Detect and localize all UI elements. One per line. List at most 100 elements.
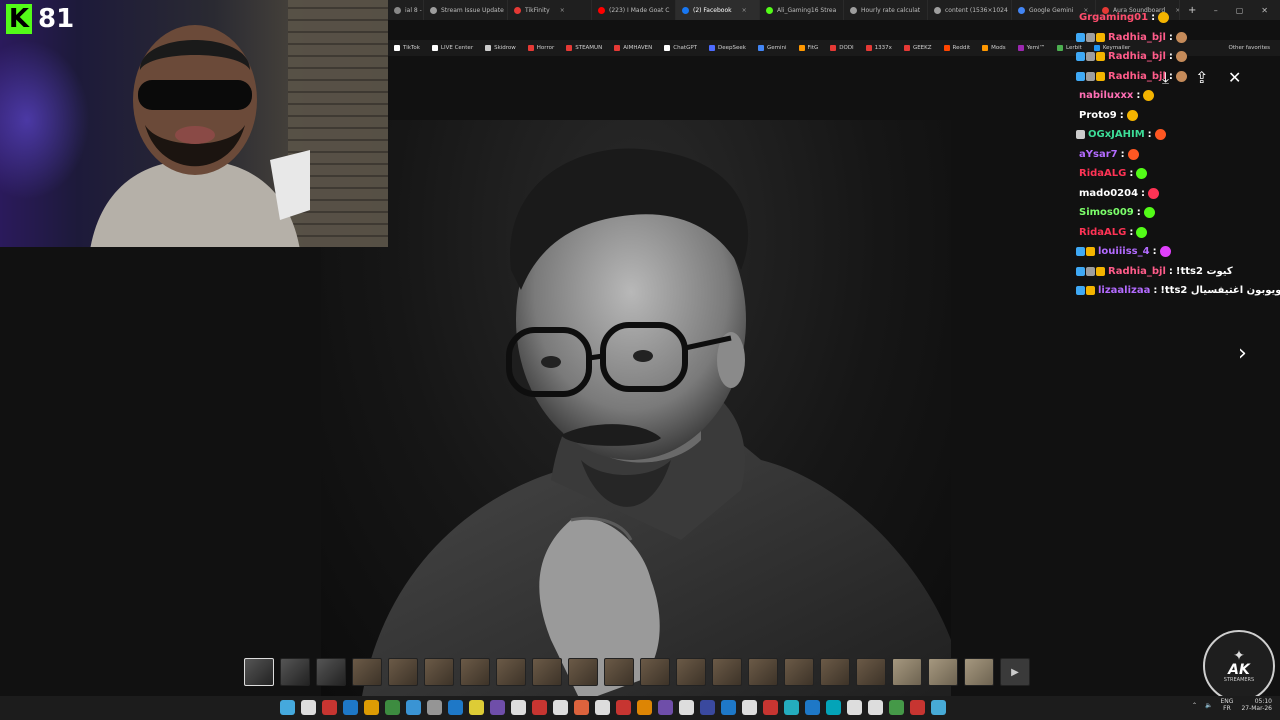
close-tab-icon[interactable]: × — [742, 7, 747, 14]
photo-thumbnail[interactable] — [352, 658, 382, 686]
chat-username[interactable]: Radhia_bjl — [1108, 32, 1166, 43]
bookmark-item[interactable]: AIMHAVEN — [608, 45, 658, 51]
chat-username[interactable]: Radhia_bjl — [1108, 71, 1166, 82]
browser-tab[interactable]: Hourly rate calculat× — [844, 0, 928, 20]
chat-username[interactable]: Simos009 — [1079, 207, 1134, 218]
chat-username[interactable]: RidaALG — [1079, 168, 1126, 179]
taskbar-app-icon[interactable] — [700, 700, 715, 715]
taskbar-app-icon[interactable] — [616, 700, 631, 715]
chat-username[interactable]: louiiiss_4 — [1098, 246, 1150, 257]
photo-thumbnail[interactable] — [532, 658, 562, 686]
language-indicator[interactable]: ENG FR — [1221, 698, 1234, 712]
clock[interactable]: 05:10 27-Mar-26 — [1241, 698, 1272, 712]
photo-thumbnail[interactable] — [424, 658, 454, 686]
taskbar-app-icon[interactable] — [553, 700, 568, 715]
taskbar-app-icon[interactable] — [511, 700, 526, 715]
bookmark-item[interactable]: FitG — [793, 45, 825, 51]
photo-thumbnail[interactable] — [316, 658, 346, 686]
bookmark-item[interactable]: Yemi™ — [1012, 45, 1051, 51]
taskbar-app-icon[interactable] — [868, 700, 883, 715]
taskbar-app-icon[interactable] — [931, 700, 946, 715]
bookmark-item[interactable]: STEAMUN — [560, 45, 608, 51]
taskbar-app-icon[interactable] — [490, 700, 505, 715]
bookmark-item[interactable]: LIVE Center — [426, 45, 479, 51]
browser-tab[interactable]: content (1536×1024× — [928, 0, 1012, 20]
bookmark-item[interactable]: Skidrow — [479, 45, 522, 51]
photo-thumbnail[interactable] — [964, 658, 994, 686]
bookmark-item[interactable]: DODI — [824, 45, 859, 51]
photo-thumbnail[interactable] — [388, 658, 418, 686]
photo-thumbnail[interactable] — [604, 658, 634, 686]
photo-thumbnail[interactable] — [568, 658, 598, 686]
chat-username[interactable]: Radhia_bjl — [1108, 51, 1166, 62]
bookmark-item[interactable]: TikTok — [388, 45, 426, 51]
browser-tab[interactable]: (223) I Made Goat C× — [592, 0, 676, 20]
photo-thumbnail[interactable] — [496, 658, 526, 686]
taskbar-app-icon[interactable] — [574, 700, 589, 715]
taskbar-app-icon[interactable] — [406, 700, 421, 715]
browser-tab[interactable]: Stream Issue Update× — [424, 0, 508, 20]
taskbar-app-icon[interactable] — [658, 700, 673, 715]
chat-username[interactable]: Radhia_bjl — [1108, 266, 1166, 277]
photo-thumbnail[interactable] — [640, 658, 670, 686]
volume-icon[interactable]: 🔈 — [1205, 702, 1212, 709]
close-tab-icon[interactable]: × — [560, 7, 565, 14]
taskbar-app-icon[interactable] — [448, 700, 463, 715]
photo-thumbnail[interactable] — [748, 658, 778, 686]
bookmark-item[interactable]: GEEKZ — [898, 45, 938, 51]
bookmark-item[interactable]: ChatGPT — [658, 45, 703, 51]
taskbar-app-icon[interactable] — [784, 700, 799, 715]
browser-tab[interactable]: (2) Facebook × — [676, 0, 760, 20]
photo-thumbnail[interactable] — [928, 658, 958, 686]
taskbar-app-icon[interactable] — [679, 700, 694, 715]
bookmark-item[interactable]: Gemini — [752, 45, 793, 51]
taskbar-app-icon[interactable] — [385, 700, 400, 715]
taskbar-app-icon[interactable] — [847, 700, 862, 715]
taskbar-app-icon[interactable] — [889, 700, 904, 715]
next-arrow-icon[interactable]: › — [1238, 343, 1247, 365]
bookmark-item[interactable]: Reddit — [938, 45, 977, 51]
taskbar-app-icon[interactable] — [532, 700, 547, 715]
photo-thumbnail[interactable] — [280, 658, 310, 686]
taskbar-app-icon[interactable] — [427, 700, 442, 715]
chat-username[interactable]: Grgaming01 — [1079, 12, 1148, 23]
bookmark-item[interactable]: Mods — [976, 45, 1011, 51]
bookmark-item[interactable]: 1337x — [860, 45, 898, 51]
taskbar-app-icon[interactable] — [721, 700, 736, 715]
taskbar-app-icon[interactable] — [826, 700, 841, 715]
video-thumbnail[interactable]: ▶ — [1000, 658, 1030, 686]
taskbar-app-icon[interactable] — [637, 700, 652, 715]
browser-tab[interactable]: TikFinity × — [508, 0, 592, 20]
taskbar-app-icon[interactable] — [910, 700, 925, 715]
photo-thumbnail[interactable] — [244, 658, 274, 686]
chevron-up-icon[interactable]: ⌃ — [1192, 702, 1197, 709]
chat-username[interactable]: Proto9 — [1079, 110, 1117, 121]
search-icon[interactable] — [301, 700, 316, 715]
taskbar-app-icon[interactable] — [322, 700, 337, 715]
chat-username[interactable]: mado0204 — [1079, 188, 1138, 199]
chat-username[interactable]: lizaalizaa — [1098, 285, 1150, 296]
photo-thumbnail[interactable] — [892, 658, 922, 686]
taskbar-app-icon[interactable] — [763, 700, 778, 715]
taskbar-app-icon[interactable] — [469, 700, 484, 715]
photo-thumbnail[interactable] — [856, 658, 886, 686]
taskbar-app-icon[interactable] — [595, 700, 610, 715]
start-menu-icon[interactable] — [280, 700, 295, 715]
chat-username[interactable]: nabiluxxx — [1079, 90, 1133, 101]
chat-username[interactable]: OGxJAHIM — [1088, 129, 1145, 140]
browser-tab[interactable]: Ali_Gaming16 Strea× — [760, 0, 844, 20]
taskbar-app-icon[interactable] — [343, 700, 358, 715]
photo-thumbnail[interactable] — [676, 658, 706, 686]
chat-username[interactable]: RidaALG — [1079, 227, 1126, 238]
taskbar-app-icon[interactable] — [364, 700, 379, 715]
bookmark-item[interactable]: Horror — [522, 45, 560, 51]
photo-thumbnail[interactable] — [460, 658, 490, 686]
photo-thumbnail[interactable] — [712, 658, 742, 686]
taskbar-app-icon[interactable] — [805, 700, 820, 715]
photo-thumbnail[interactable] — [784, 658, 814, 686]
chat-username[interactable]: aYsar7 — [1079, 149, 1118, 160]
bookmark-item[interactable]: DeepSeek — [703, 45, 752, 51]
browser-tab[interactable]: ial 8 -× — [388, 0, 424, 20]
taskbar-app-icon[interactable] — [742, 700, 757, 715]
photo-thumbnail[interactable] — [820, 658, 850, 686]
